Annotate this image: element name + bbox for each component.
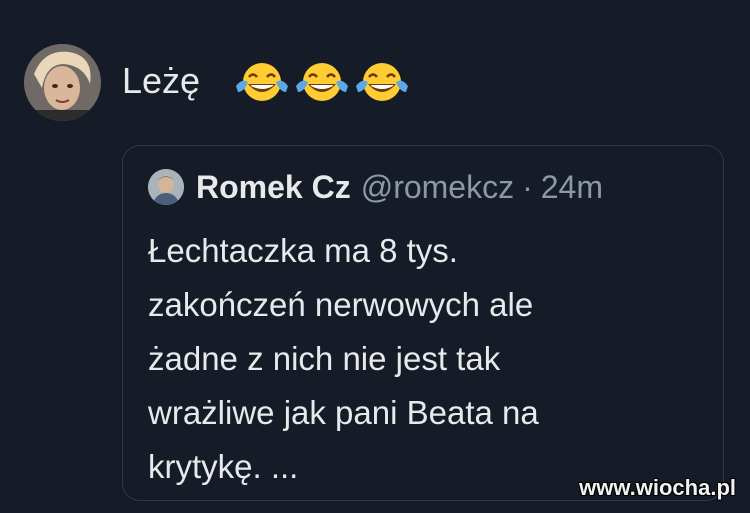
quoted-text-line: wrażliwe jak pani Beata na [148, 394, 539, 431]
site-watermark: www.wiocha.pl [579, 475, 736, 500]
face-with-tears-of-joy-icon [356, 63, 408, 101]
quoted-avatar-image [148, 169, 184, 205]
quoted-tweet-body: Łechtaczka ma 8 tys. zakończeń nerwowych… [148, 224, 708, 494]
tweet-text: Leżę [122, 60, 201, 101]
author-avatar-image [24, 44, 101, 121]
quoted-text-line: Łechtaczka ma 8 tys. [148, 232, 458, 269]
quoted-timestamp[interactable]: 24m [541, 169, 603, 205]
face-with-tears-of-joy-icon [296, 63, 348, 101]
header-separator: · [522, 169, 533, 205]
quoted-text-line: zakończeń nerwowych ale [148, 286, 534, 323]
quoted-author-name[interactable]: Romek Cz [196, 169, 351, 205]
author-avatar[interactable] [24, 44, 101, 121]
emoji-row [234, 60, 410, 104]
quoted-tweet-header: Romek Cz @romekcz · 24m [196, 166, 603, 208]
quoted-author-avatar[interactable] [148, 169, 184, 205]
face-with-tears-of-joy-icon [236, 63, 288, 101]
quoted-text-line: żadne z nich nie jest tak [148, 340, 501, 377]
quoted-author-handle[interactable]: @romekcz [361, 169, 514, 205]
